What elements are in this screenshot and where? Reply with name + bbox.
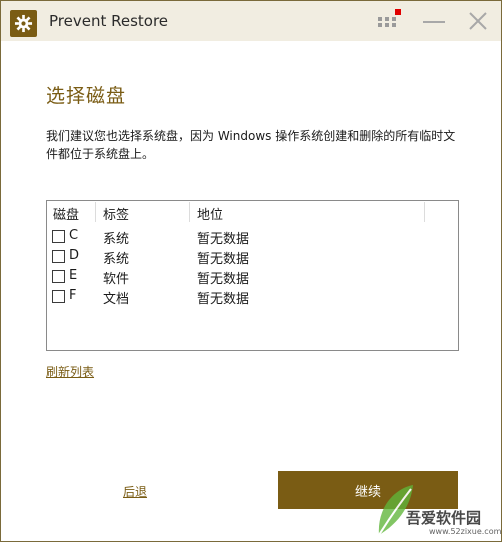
disk-letter: D (69, 248, 80, 263)
disk-label: 系统 (103, 252, 130, 267)
disk-label: 系统 (103, 232, 130, 247)
app-window: Prevent Restore 选择磁盘 我们建议您也选择系统盘，因为 Wind… (0, 0, 502, 542)
disk-status: 暂无数据 (197, 252, 250, 267)
minimize-button[interactable] (419, 7, 451, 35)
disk-letter: C (69, 228, 79, 243)
disk-row[interactable]: E 软件 暂无数据 (47, 267, 458, 287)
column-divider[interactable] (189, 202, 190, 222)
disk-label: 软件 (103, 272, 130, 287)
disk-checkbox[interactable] (52, 250, 65, 263)
gear-icon (10, 10, 37, 37)
window-title: Prevent Restore (49, 12, 169, 30)
leaf-icon (378, 485, 413, 536)
disk-checkbox[interactable] (52, 230, 65, 243)
more-dots-icon (378, 9, 401, 27)
column-header-disk[interactable]: 磁盘 (53, 204, 79, 223)
disk-label: 文档 (103, 292, 130, 307)
page-description: 我们建议您也选择系统盘，因为 Windows 操作系统创建和删除的所有临时文件都… (46, 129, 456, 161)
watermark-logo: 吾爱软件园 www.52zixue.com (371, 469, 502, 539)
page-heading: 选择磁盘 (46, 85, 127, 107)
disk-letter: E (69, 268, 78, 283)
more-button[interactable] (375, 7, 405, 35)
column-header-status[interactable]: 地位 (197, 204, 223, 223)
disk-row[interactable]: C 系统 暂无数据 (47, 227, 458, 247)
list-header: 磁盘 标签 地位 (47, 201, 458, 223)
disk-checkbox[interactable] (52, 270, 65, 283)
back-link[interactable]: 后退 (123, 483, 147, 500)
disk-status: 暂无数据 (197, 292, 250, 307)
disk-letter: F (69, 288, 77, 303)
disk-status: 暂无数据 (197, 272, 250, 287)
close-icon (469, 12, 487, 30)
disk-status: 暂无数据 (197, 232, 250, 247)
disk-row[interactable]: D 系统 暂无数据 (47, 247, 458, 267)
close-button[interactable] (463, 7, 493, 35)
disk-checkbox[interactable] (52, 290, 65, 303)
column-divider[interactable] (424, 202, 425, 222)
disk-list[interactable]: 磁盘 标签 地位 C 系统 暂无数据 D 系统 暂无数据 E 软件 暂无数据 F… (46, 200, 459, 351)
watermark-text: 吾爱软件园 (406, 509, 482, 527)
column-divider[interactable] (95, 202, 96, 222)
refresh-list-link[interactable]: 刷新列表 (46, 363, 94, 380)
watermark-url: www.52zixue.com (429, 527, 502, 536)
column-header-label[interactable]: 标签 (103, 204, 129, 223)
disk-row[interactable]: F 文档 暂无数据 (47, 287, 458, 307)
notification-dot (395, 9, 401, 15)
minimize-icon (423, 21, 445, 23)
title-bar[interactable]: Prevent Restore (1, 1, 501, 41)
